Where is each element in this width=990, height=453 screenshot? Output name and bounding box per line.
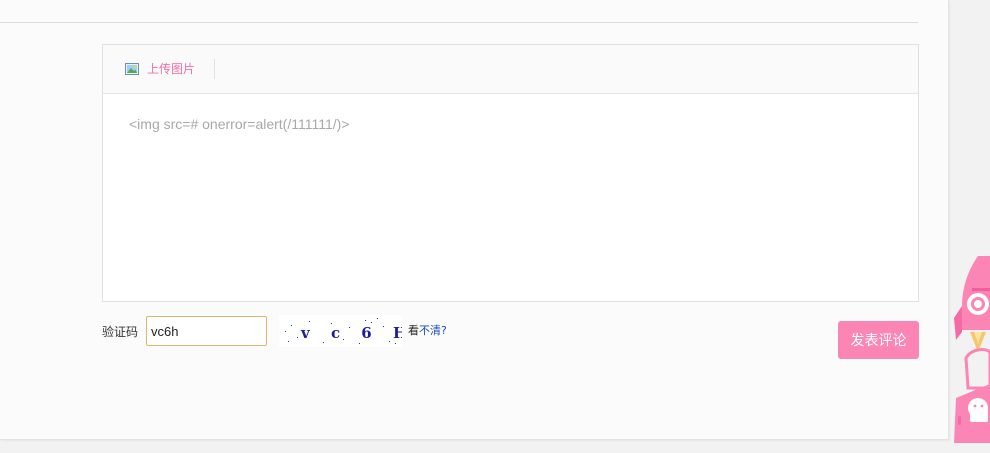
image-icon [125, 63, 139, 75]
editor-toolbar: 上传图片 [103, 45, 918, 94]
captcha-refresh-prefix: 看 [408, 324, 420, 337]
captcha-graphic: v c 6 H [285, 318, 402, 344]
comment-editor: 上传图片 <img src=# onerror=alert(/111111/)> [102, 44, 919, 302]
rocket-android-mascot-icon[interactable] [948, 248, 990, 453]
captcha-row: 验证码 vc6h v c 6 看不清? [102, 315, 447, 347]
captcha-refresh-link[interactable]: 看不清? [408, 322, 447, 338]
upload-image-label: 上传图片 [147, 62, 196, 76]
comment-textarea[interactable]: <img src=# onerror=alert(/111111/)> [103, 94, 918, 301]
captcha-input[interactable] [146, 316, 268, 346]
captcha-refresh-label: 不清? [419, 324, 447, 337]
top-divider [0, 22, 918, 23]
toolbar-separator [214, 59, 215, 79]
captcha-image[interactable]: v c 6 H [279, 315, 403, 347]
comment-panel: 上传图片 <img src=# onerror=alert(/111111/)>… [0, 0, 949, 440]
submit-comment-button[interactable]: 发表评论 [838, 321, 919, 359]
page: 上传图片 <img src=# onerror=alert(/111111/)>… [0, 0, 990, 453]
captcha-text: v c 6 H [300, 324, 402, 342]
captcha-label: 验证码 [102, 324, 139, 339]
upload-image-button[interactable]: 上传图片 [125, 62, 195, 76]
